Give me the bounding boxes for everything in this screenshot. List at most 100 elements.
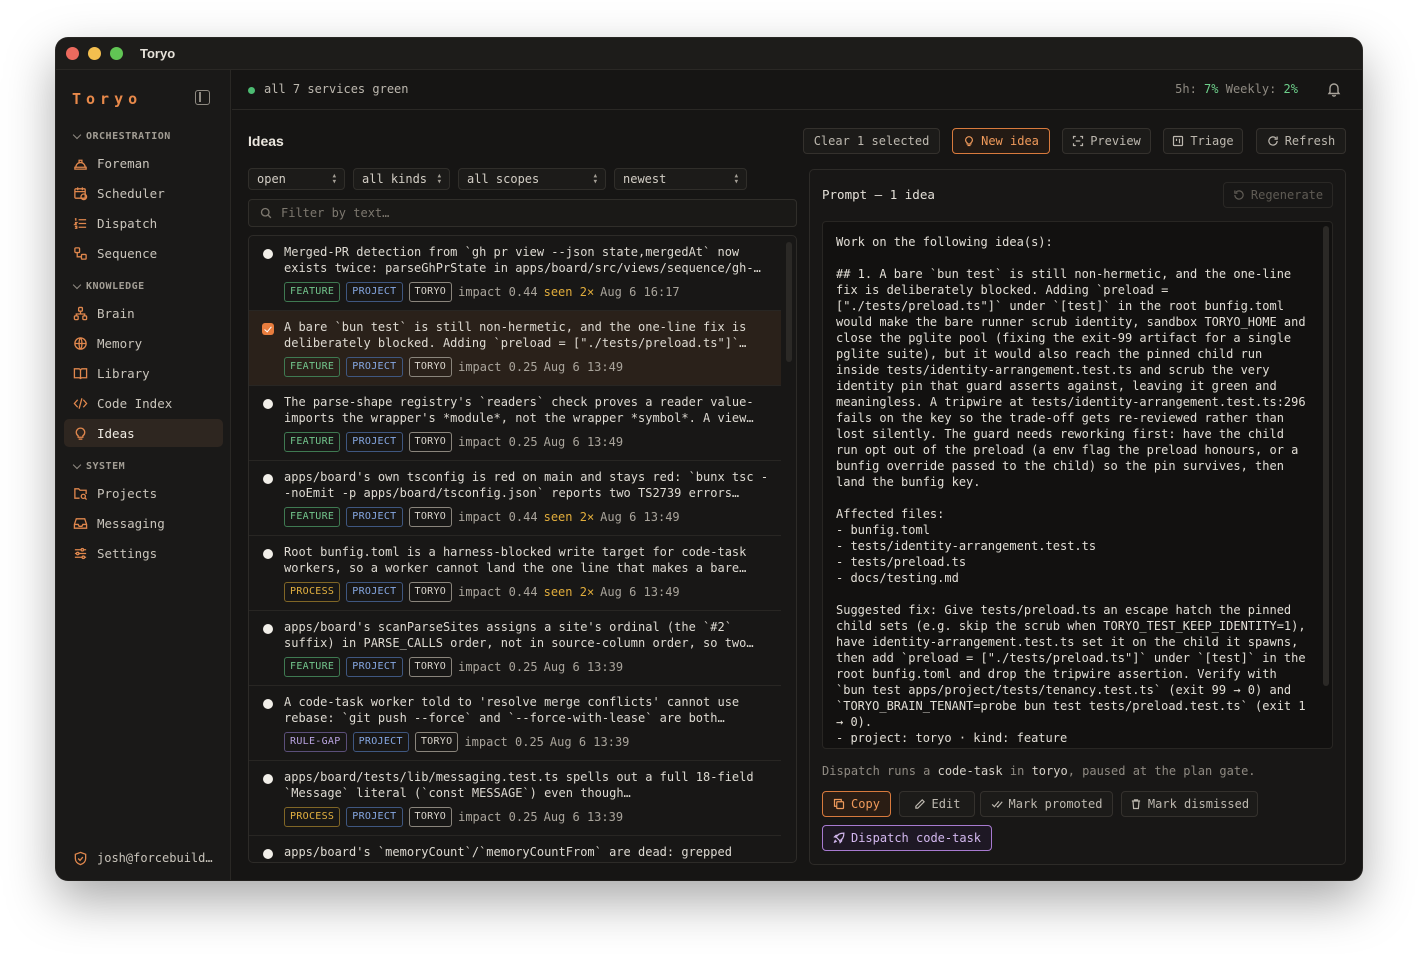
refresh-button[interactable]: Refresh — [1256, 128, 1346, 154]
status-indicator — [248, 87, 255, 94]
impact-score: impact 0.25 — [464, 734, 544, 749]
preview-button[interactable]: Preview — [1062, 128, 1151, 154]
prompt-textarea[interactable]: Work on the following idea(s): ## 1. A b… — [822, 221, 1333, 749]
minimize-window-button[interactable] — [88, 47, 101, 60]
mark-promoted-button[interactable]: Mark promoted — [980, 791, 1113, 817]
sort-select[interactable]: newest ▴ ▾ — [614, 168, 747, 190]
row-checkbox[interactable] — [263, 699, 273, 709]
pencil-icon — [914, 799, 925, 809]
kanban-icon — [1173, 135, 1184, 147]
list-ordered-icon — [72, 215, 88, 231]
idea-text: Merged-PR detection from `gh pr view --j… — [284, 245, 740, 259]
sidebar-item-foreman[interactable]: Foreman — [64, 149, 223, 177]
globe-brain-icon — [72, 335, 88, 351]
prompt-title: Prompt — 1 idea — [822, 187, 935, 202]
copy-button[interactable]: Copy — [822, 791, 891, 817]
list-item[interactable]: The parse-shape registry's `readers` che… — [249, 386, 781, 461]
kind-select[interactable]: all kinds ▴ ▾ — [353, 168, 450, 190]
row-checkbox[interactable] — [262, 323, 274, 335]
sidebar-item-messaging[interactable]: Messaging — [64, 509, 223, 537]
scope-badge: PROJECT — [352, 731, 409, 752]
dispatch-button[interactable]: Dispatch code-task — [822, 825, 992, 851]
seen-count: seen 2× — [543, 284, 595, 299]
row-checkbox[interactable] — [263, 549, 273, 559]
dispatch-note: Dispatch runs a code-task in toryo, paus… — [822, 764, 1256, 778]
new-idea-button[interactable]: New idea — [952, 128, 1050, 154]
sidebar-item-code-index[interactable]: Code Index — [64, 389, 223, 417]
row-checkbox[interactable] — [263, 474, 273, 484]
idea-text: imports the wrapper's *module*, not the … — [284, 411, 754, 425]
list-item[interactable]: apps/board's own tsconfig is red on main… — [249, 461, 781, 536]
idea-text: deliberately blocked. Adding `preload = … — [284, 336, 747, 350]
scope-select[interactable]: all scopes ▴ ▾ — [458, 168, 606, 190]
window-title: Toryo — [140, 46, 176, 61]
sidebar-item-dispatch[interactable]: Dispatch — [64, 209, 223, 237]
search-icon — [260, 207, 272, 219]
sidebar-item-library[interactable]: Library — [64, 359, 223, 387]
list-item[interactable]: A bare `bun test` is still non-hermetic,… — [249, 311, 781, 386]
row-checkbox[interactable] — [263, 774, 273, 784]
triage-button[interactable]: Triage — [1163, 128, 1243, 154]
project-badge: TORYO — [408, 356, 453, 377]
sidebar-item-ideas[interactable]: Ideas — [64, 419, 223, 447]
refresh-icon — [1267, 136, 1278, 146]
list-item[interactable]: apps/board's scanParseSites assigns a si… — [249, 611, 781, 686]
hard-hat-icon — [72, 155, 88, 171]
row-checkbox[interactable] — [263, 849, 273, 859]
page-title: Ideas — [248, 133, 284, 149]
row-checkbox[interactable] — [263, 624, 273, 634]
scope-badge: PROJECT — [346, 356, 403, 377]
sidebar-item-sequence[interactable]: Sequence — [64, 239, 223, 267]
workflow-icon — [72, 245, 88, 261]
network-icon — [72, 305, 88, 321]
sidebar-item-scheduler[interactable]: Scheduler — [64, 179, 223, 207]
idea-date: Aug 6 13:39 — [543, 809, 624, 824]
section-orchestration[interactable]: ORCHESTRATION — [72, 130, 171, 142]
sidebar-item-projects[interactable]: Projects — [64, 479, 223, 507]
idea-text: rebase: `git push --force` and `--force-… — [284, 711, 725, 725]
edit-button[interactable]: Edit — [899, 791, 975, 817]
idea-text: A code-task worker told to 'resolve merg… — [284, 695, 740, 709]
collapse-sidebar-icon[interactable] — [195, 90, 210, 105]
list-item[interactable]: Root bunfig.toml is a harness-blocked wr… — [249, 536, 781, 611]
idea-text: suffix) in PARSE_CALLS order, not in sou… — [284, 636, 754, 650]
sidebar-item-brain[interactable]: Brain — [64, 299, 223, 327]
list-item[interactable]: A code-task worker told to 'resolve merg… — [249, 686, 781, 761]
sidebar-item-settings[interactable]: Settings — [64, 539, 223, 567]
scope-badge: PROJECT — [346, 431, 403, 452]
idea-date: Aug 6 13:49 — [600, 509, 680, 524]
filter-input[interactable]: Filter by text… — [248, 199, 797, 227]
book-open-icon — [72, 365, 88, 381]
refresh-icon — [1234, 190, 1244, 200]
list-scrollbar[interactable] — [786, 242, 792, 362]
prompt-scrollbar[interactable] — [1323, 226, 1329, 686]
regenerate-button[interactable]: Regenerate — [1223, 182, 1333, 208]
list-item[interactable]: apps/board/tests/lib/messaging.test.ts s… — [249, 761, 781, 836]
row-checkbox[interactable] — [263, 399, 273, 409]
list-item[interactable]: apps/board's `memoryCount`/`memoryCountF… — [249, 836, 781, 862]
clear-selection-button[interactable]: Clear 1 selected — [803, 128, 940, 154]
bell-icon[interactable] — [1326, 81, 1342, 97]
ideas-list[interactable]: Merged-PR detection from `gh pr view --j… — [248, 235, 797, 863]
idea-date: Aug 6 13:49 — [600, 584, 680, 599]
project-badge: TORYO — [408, 431, 453, 452]
impact-score: impact 0.25 — [458, 434, 538, 449]
status-select[interactable]: open ▴ ▾ — [248, 168, 345, 190]
zoom-window-button[interactable] — [110, 47, 123, 60]
user-account[interactable]: josh@forcebuild… — [72, 850, 213, 866]
lightbulb-icon — [72, 425, 88, 441]
section-knowledge[interactable]: KNOWLEDGE — [72, 280, 145, 292]
idea-text: apps/board's own tsconfig is red on main… — [284, 470, 769, 484]
list-item[interactable]: Merged-PR detection from `gh pr view --j… — [249, 236, 781, 311]
idea-date: Aug 6 13:39 — [549, 734, 630, 749]
seen-count: seen 2× — [543, 509, 595, 524]
idea-text: apps/board's scanParseSites assigns a si… — [284, 620, 732, 634]
chevron-up-down-icon: ▴ ▾ — [592, 171, 598, 187]
chevron-down-icon — [72, 460, 82, 469]
section-system[interactable]: SYSTEM — [72, 460, 125, 472]
sidebar-item-memory[interactable]: Memory — [64, 329, 223, 357]
close-window-button[interactable] — [66, 47, 79, 60]
kind-badge: FEATURE — [284, 431, 341, 452]
mark-dismissed-button[interactable]: Mark dismissed — [1121, 791, 1258, 817]
row-checkbox[interactable] — [263, 249, 273, 259]
